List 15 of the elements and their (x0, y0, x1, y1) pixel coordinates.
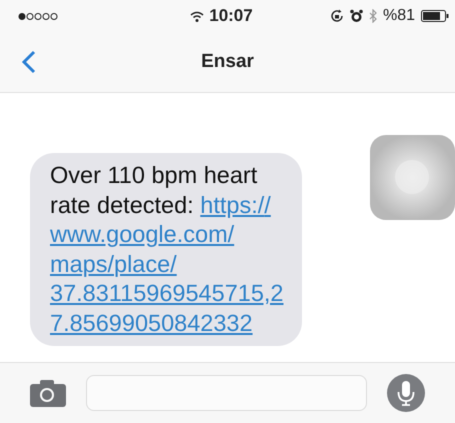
signal-icon (18, 12, 58, 20)
contact-name: Ensar (201, 51, 254, 73)
back-button[interactable] (22, 50, 36, 74)
bluetooth-icon (368, 9, 377, 23)
battery-percentage: %81 (382, 7, 415, 25)
alarm-icon (350, 9, 363, 23)
message-input[interactable] (86, 375, 367, 411)
camera-icon[interactable] (30, 379, 66, 407)
microphone-icon[interactable] (387, 374, 425, 412)
battery-icon (421, 10, 449, 22)
message-text: Over 110 bpm heart rate detected: https://www.google.com/maps/place/37.83115969545715,27.85699050842332 (50, 161, 284, 338)
chevron-left-icon (22, 50, 36, 74)
wifi-icon (190, 10, 204, 22)
clock-time: 10:07 (209, 6, 253, 26)
rotation-lock-icon (330, 9, 344, 23)
